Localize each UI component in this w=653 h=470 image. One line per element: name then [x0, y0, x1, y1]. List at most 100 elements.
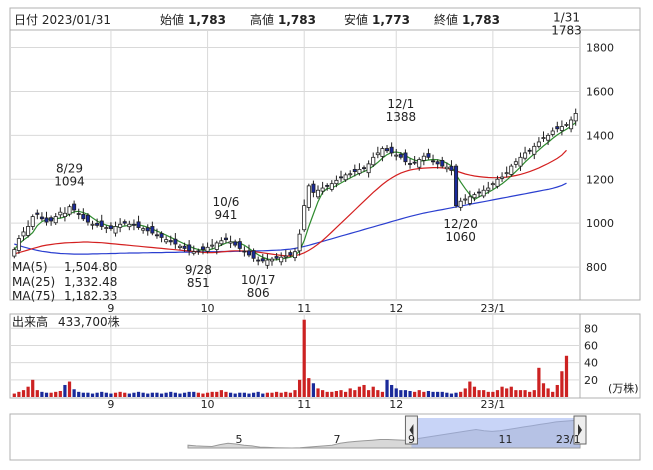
candle-body: [444, 166, 449, 170]
volume-bar: [500, 386, 504, 397]
volume-bar: [518, 390, 523, 397]
candle-body: [518, 156, 523, 167]
candle-body: [371, 156, 376, 166]
volume-bar: [468, 381, 472, 397]
volume-x-tick-label: 10: [201, 398, 215, 411]
volume-bar: [63, 384, 67, 397]
candle-body: [288, 252, 293, 256]
candle-body: [58, 211, 63, 216]
volume-bar: [486, 391, 490, 397]
candle-body: [67, 206, 72, 215]
volume-bar: [555, 384, 559, 397]
candle-body: [131, 223, 136, 226]
candle-body: [343, 174, 348, 181]
volume-bar: [495, 390, 500, 397]
candle-body: [251, 250, 256, 259]
candle-body: [504, 172, 509, 175]
volume-bar: [54, 391, 58, 397]
candle-body: [141, 228, 146, 231]
candle-body: [366, 163, 371, 174]
volume-bar: [348, 388, 352, 397]
volume-bar: [31, 379, 35, 397]
annotation-value: 1783: [551, 23, 582, 37]
volume-bar: [67, 381, 72, 397]
candle-body: [173, 238, 178, 245]
volume-bar: [136, 391, 141, 397]
legend-ma25-label: MA(25): [12, 275, 55, 289]
volume-bar: [390, 384, 394, 397]
candle-body: [481, 189, 486, 197]
legend-ma5-label: MA(5): [12, 260, 48, 274]
volume-bar: [528, 391, 532, 397]
volume-bar: [127, 393, 131, 397]
volume-bar: [394, 388, 398, 397]
volume-bar: [344, 391, 348, 397]
volume-bar: [58, 390, 62, 397]
annotation-value: 851: [187, 276, 210, 290]
volume-bar: [123, 392, 127, 397]
candle-body: [256, 259, 261, 262]
candle-body: [559, 126, 564, 131]
candle-body: [564, 123, 569, 126]
candle-body: [72, 203, 77, 211]
volume-bar: [445, 392, 449, 397]
candle-body: [136, 221, 141, 228]
chart-canvas: 日付 2023/01/31 始値 1,783 高値 1,783 安値 1,773…: [9, 7, 641, 461]
volume-bar: [77, 391, 81, 397]
candle-body: [30, 216, 35, 227]
volume-bar: [362, 384, 366, 397]
volume-bar: [201, 393, 205, 397]
annotation-date: 9/28: [185, 263, 212, 277]
candle-body: [62, 212, 67, 217]
candle-body: [329, 183, 334, 190]
candle-body: [182, 245, 187, 249]
high-label: 高値: [250, 12, 274, 27]
candle-body: [233, 241, 238, 246]
volume-tick-label: 80: [584, 322, 598, 335]
volume-bar: [426, 390, 431, 397]
volume-bar: [431, 391, 435, 397]
volume-bar: [330, 391, 334, 397]
volume-bar: [551, 391, 555, 397]
volume-bar: [228, 392, 233, 397]
price-x-tick-label: 23/1: [481, 302, 506, 315]
price-tick-label: 800: [586, 261, 607, 274]
volume-bar: [173, 392, 177, 397]
candle-body: [389, 146, 394, 154]
volume-bar: [187, 391, 191, 397]
candle-body: [550, 130, 555, 135]
navigator-window[interactable]: [411, 418, 580, 448]
candle-body: [164, 239, 169, 243]
open-label: 始値: [160, 12, 184, 27]
candle-body: [21, 231, 26, 237]
candle-body: [76, 213, 81, 215]
volume-bar: [449, 393, 454, 397]
annotation-value: 1094: [54, 175, 85, 189]
candle-body: [168, 240, 173, 243]
candle-body: [385, 148, 390, 152]
volume-bar: [242, 392, 246, 397]
candle-body: [269, 258, 275, 262]
volume-bar: [215, 391, 219, 397]
annotation-value: 1060: [445, 230, 476, 244]
volume-bar: [86, 392, 90, 397]
candle-body: [39, 216, 44, 220]
price-tick-label: 1600: [586, 85, 614, 98]
volume-bar: [205, 392, 210, 397]
navigator-label: 5: [235, 433, 242, 446]
volume-bar: [150, 392, 154, 397]
volume-bar: [284, 391, 288, 397]
candle-body: [16, 238, 21, 251]
volume-bar: [541, 383, 546, 397]
candle-body: [12, 249, 17, 257]
candle-body: [403, 152, 408, 163]
candle-body: [573, 113, 578, 122]
candle-body: [81, 213, 86, 220]
candle-body: [569, 119, 574, 130]
candle-body: [228, 241, 233, 244]
volume-value: 433,700株: [58, 314, 120, 329]
volume-bar: [159, 393, 164, 397]
volume-bar: [270, 392, 274, 397]
volume-bar: [293, 390, 297, 397]
close-label: 終値: [434, 12, 458, 27]
